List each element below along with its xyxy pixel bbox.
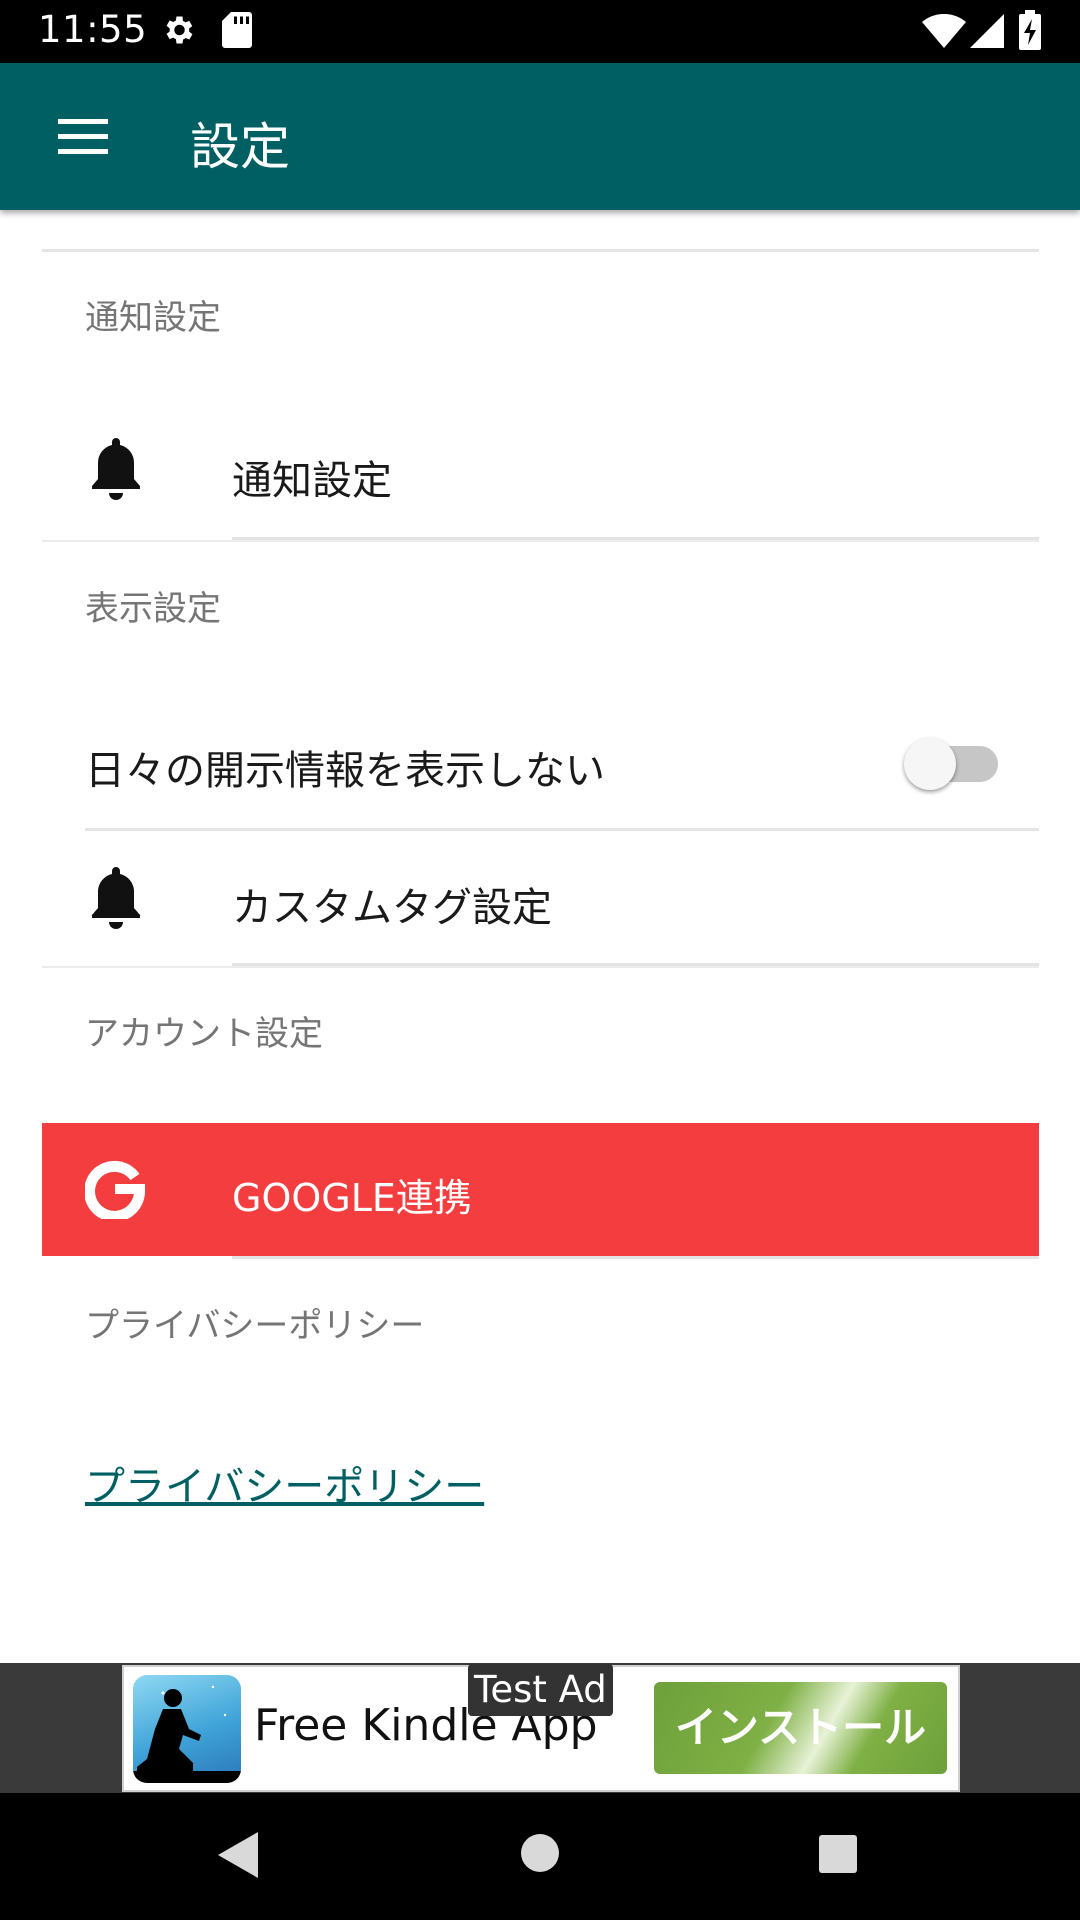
- custom-tag-settings-item[interactable]: カスタムタグ設定: [42, 832, 1039, 962]
- bell-icon: [88, 438, 144, 502]
- category-account: アカウント設定: [85, 1014, 323, 1054]
- google-link-label: GOOGLE連携: [232, 1176, 472, 1220]
- category-display: 表示設定: [85, 589, 221, 629]
- install-button[interactable]: インストール: [654, 1682, 947, 1774]
- gear-icon: [160, 12, 196, 52]
- recents-icon[interactable]: [818, 1834, 858, 1878]
- test-ad-badge: Test Ad: [468, 1664, 613, 1716]
- notification-settings-item[interactable]: 通知設定: [42, 400, 1039, 535]
- kindle-app-icon[interactable]: [133, 1675, 241, 1783]
- bell-icon: [88, 867, 144, 931]
- menu-icon[interactable]: [58, 119, 108, 159]
- battery-charging-icon: [1018, 10, 1042, 54]
- hide-disclosure-item[interactable]: 日々の開示情報を表示しない: [42, 690, 1039, 825]
- google-link-button[interactable]: GOOGLE連携: [42, 1123, 1039, 1256]
- app-bar: 設定: [0, 63, 1080, 210]
- category-privacy: プライバシーポリシー: [85, 1306, 425, 1346]
- sd-card-icon: [222, 12, 252, 52]
- google-g-icon: [84, 1159, 145, 1223]
- category-notification: 通知設定: [85, 298, 221, 338]
- privacy-policy-link[interactable]: プライバシーポリシー: [85, 1454, 484, 1512]
- page-title: 設定: [190, 118, 290, 176]
- navigation-bar: [0, 1793, 1080, 1920]
- divider: [85, 828, 1039, 831]
- custom-tag-settings-label: カスタムタグ設定: [232, 885, 552, 931]
- notification-settings-label: 通知設定: [232, 458, 392, 504]
- switch-thumb[interactable]: [904, 738, 956, 790]
- hide-disclosure-label: 日々の開示情報を表示しない: [85, 748, 605, 794]
- divider: [42, 540, 1039, 542]
- divider: [42, 249, 1039, 252]
- status-time: 11:55: [38, 8, 148, 51]
- divider: [232, 1256, 1039, 1259]
- wifi-icon: [922, 13, 966, 52]
- back-icon[interactable]: [216, 1830, 260, 1884]
- divider: [42, 966, 1039, 968]
- status-bar: 11:55: [0, 0, 1080, 63]
- signal-icon: [970, 14, 1004, 52]
- home-icon[interactable]: [520, 1833, 560, 1877]
